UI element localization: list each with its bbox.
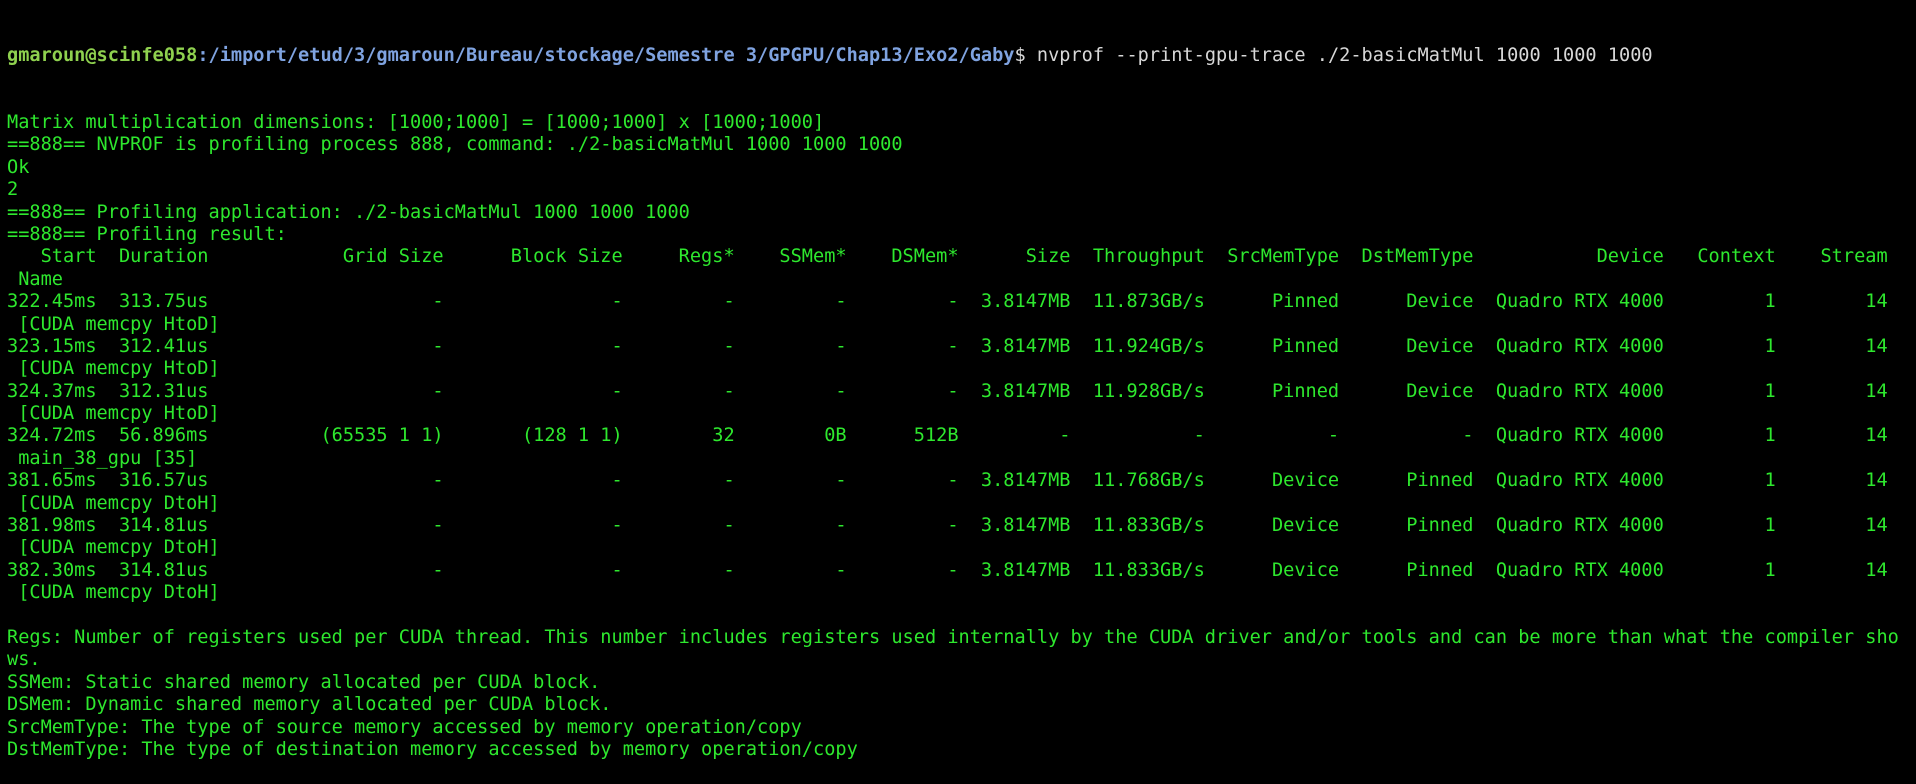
output-line: Start Duration Grid Size Block Size Regs… bbox=[7, 246, 1888, 268]
output-line: ==888== Profiling application: ./2-basic… bbox=[7, 201, 690, 223]
output-line: 324.72ms 56.896ms (65535 1 1) (128 1 1) … bbox=[7, 425, 1888, 447]
output-line: Name bbox=[7, 268, 63, 290]
output-line: [CUDA memcpy HtoD] bbox=[7, 313, 220, 335]
output-line: [CUDA memcpy HtoD] bbox=[7, 403, 220, 425]
output-line: 381.98ms 314.81us - - - - - 3.8147MB 11.… bbox=[7, 515, 1888, 537]
output-line: ==888== Profiling result: bbox=[7, 223, 287, 245]
terminal-output: Matrix multiplication dimensions: [1000;… bbox=[7, 112, 1916, 761]
output-line: 2 bbox=[7, 179, 19, 201]
output-line: 382.30ms 314.81us - - - - - 3.8147MB 11.… bbox=[7, 559, 1888, 581]
prompt-user: gmaroun@scinfe058 bbox=[7, 44, 198, 66]
output-line: DstMemType: The type of destination memo… bbox=[7, 738, 858, 760]
output-line: [CUDA memcpy HtoD] bbox=[7, 358, 220, 380]
output-line: Regs: Number of registers used per CUDA … bbox=[7, 627, 1899, 648]
output-line: Ok bbox=[7, 156, 30, 178]
output-line: SSMem: Static shared memory allocated pe… bbox=[7, 671, 601, 693]
prompt-symbol: $ bbox=[1014, 44, 1037, 66]
output-line: DSMem: Dynamic shared memory allocated p… bbox=[7, 694, 612, 716]
output-line: ws. bbox=[7, 649, 41, 671]
output-line: 323.15ms 312.41us - - - - - 3.8147MB 11.… bbox=[7, 335, 1888, 357]
prompt-path: :/import/etud/3/gmaroun/Bureau/stockage/… bbox=[197, 44, 1015, 66]
output-line: Matrix multiplication dimensions: [1000;… bbox=[7, 112, 825, 134]
terminal-window[interactable]: gmaroun@scinfe058:/import/etud/3/gmaroun… bbox=[0, 0, 1916, 760]
output-line: SrcMemType: The type of source memory ac… bbox=[7, 716, 802, 738]
output-line: 381.65ms 316.57us - - - - - 3.8147MB 11.… bbox=[7, 470, 1888, 492]
output-line: ==888== NVPROF is profiling process 888,… bbox=[7, 134, 903, 156]
output-line: 324.37ms 312.31us - - - - - 3.8147MB 11.… bbox=[7, 380, 1888, 402]
output-line: [CUDA memcpy DtoH] bbox=[7, 582, 220, 604]
command-text: nvprof --print-gpu-trace ./2-basicMatMul… bbox=[1036, 44, 1653, 66]
output-line: 322.45ms 313.75us - - - - - 3.8147MB 11.… bbox=[7, 291, 1888, 313]
output-line: [CUDA memcpy DtoH] bbox=[7, 537, 220, 559]
prompt-line: gmaroun@scinfe058:/import/etud/3/gmaroun… bbox=[7, 45, 1916, 67]
output-line: main_38_gpu [35] bbox=[7, 447, 198, 469]
output-line: [CUDA memcpy DtoH] bbox=[7, 492, 220, 514]
